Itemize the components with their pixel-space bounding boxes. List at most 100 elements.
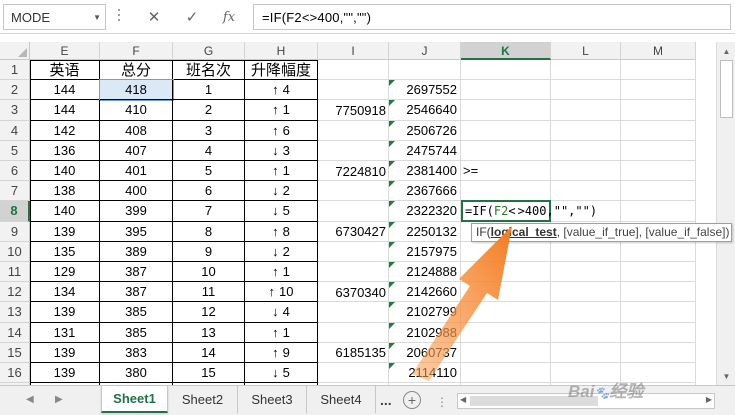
grid-cell[interactable] — [318, 140, 389, 161]
grid-cell[interactable] — [318, 363, 389, 384]
tooltip-current-arg[interactable]: logical_test — [491, 225, 557, 239]
table-cell[interactable]: 142 — [30, 120, 100, 141]
grid-cell[interactable] — [461, 363, 551, 384]
table-cell[interactable]: 389 — [100, 241, 173, 262]
change-cell[interactable]: ↑ 1 — [245, 322, 318, 343]
change-cell[interactable]: ↓ 2 — [245, 241, 318, 262]
grid-cell[interactable] — [551, 241, 621, 262]
error-indicator-icon[interactable] — [389, 221, 395, 228]
table-cell[interactable]: 138 — [30, 181, 100, 202]
grid-cell[interactable] — [318, 60, 389, 81]
error-indicator-icon[interactable] — [389, 241, 395, 248]
table-cell[interactable]: 407 — [100, 140, 173, 161]
grid-cell[interactable] — [621, 322, 696, 343]
grid-cell[interactable] — [551, 342, 621, 363]
row-header-4[interactable]: 4 — [0, 120, 30, 141]
check-icon[interactable]: ✓ — [175, 4, 209, 30]
error-indicator-icon[interactable] — [389, 322, 395, 329]
close-icon[interactable]: ✕ — [137, 4, 171, 30]
table-cell[interactable]: 418 — [99, 79, 174, 102]
grid-cell[interactable] — [461, 100, 551, 121]
column-header-g[interactable]: G — [173, 42, 245, 60]
table-header-cell[interactable]: 升降幅度 — [245, 60, 318, 81]
sheet-tab-1[interactable]: Sheet1 — [101, 386, 168, 413]
column-header-e[interactable]: E — [30, 42, 100, 60]
sheet-tab-2[interactable]: Sheet2 — [168, 386, 238, 413]
change-cell[interactable]: ↑ 8 — [245, 221, 318, 242]
grid-cell[interactable] — [461, 342, 551, 363]
column-j-value[interactable]: 2546640 — [389, 100, 461, 121]
next-sheet-icon[interactable]: ▶ — [55, 394, 63, 405]
table-cell[interactable]: 4 — [173, 140, 245, 161]
change-cell[interactable]: ↑ 9 — [245, 342, 318, 363]
row-header-7[interactable]: 7 — [0, 181, 30, 202]
column-header-m[interactable]: M — [621, 42, 696, 60]
grid-cell[interactable] — [318, 302, 389, 323]
table-cell[interactable]: 383 — [100, 342, 173, 363]
error-indicator-icon[interactable] — [389, 80, 395, 87]
change-cell[interactable]: ↓ 3 — [245, 140, 318, 161]
table-cell[interactable]: 9 — [173, 241, 245, 262]
vertical-scrollbar[interactable]: ▲ ▼ — [716, 42, 735, 385]
tab-splitter-icon[interactable]: ⋮ — [436, 395, 448, 409]
row-header-12[interactable]: 12 — [0, 282, 30, 303]
row-header-6[interactable]: 6 — [0, 161, 30, 182]
insert-function-button[interactable]: fx — [212, 4, 246, 30]
table-cell[interactable]: 410 — [100, 100, 173, 121]
row-header-10[interactable]: 10 — [0, 241, 30, 262]
error-indicator-icon[interactable] — [389, 161, 395, 167]
grid-cell[interactable] — [621, 100, 696, 121]
change-cell[interactable]: ↑ 4 — [245, 80, 318, 101]
table-cell[interactable]: 387 — [100, 262, 173, 283]
column-i-value[interactable]: 6370340 — [318, 282, 389, 302]
grid-cell[interactable] — [461, 302, 551, 323]
vertical-scroll-thumb[interactable] — [720, 60, 733, 118]
table-cell[interactable]: 140 — [30, 161, 100, 182]
prev-sheet-icon[interactable]: ◀ — [26, 394, 34, 405]
grid-cell[interactable] — [318, 181, 389, 202]
table-cell[interactable]: 144 — [30, 80, 100, 101]
row-header-2[interactable]: 2 — [0, 80, 30, 101]
column-j-value[interactable]: 2322320 — [389, 201, 461, 222]
row-header-14[interactable]: 14 — [0, 322, 30, 343]
grid-cell[interactable] — [461, 322, 551, 343]
change-cell[interactable]: ↑ 1 — [245, 100, 318, 121]
table-cell[interactable]: 387 — [100, 282, 173, 303]
table-header-cell[interactable]: 班名次 — [173, 60, 245, 81]
row-header-5[interactable]: 5 — [0, 140, 30, 161]
chevron-down-icon[interactable]: ▼ — [93, 13, 101, 22]
table-cell[interactable]: 129 — [30, 262, 100, 283]
table-cell[interactable]: 139 — [30, 363, 100, 384]
grid-cell[interactable] — [551, 282, 621, 303]
column-j-value[interactable]: 2060737 — [389, 342, 461, 363]
select-all-button[interactable] — [0, 42, 30, 60]
row-header-8[interactable]: 8 — [0, 201, 30, 222]
table-cell[interactable]: 136 — [30, 140, 100, 161]
column-j-value[interactable]: 2367666 — [389, 181, 461, 202]
column-header-j[interactable]: J — [389, 42, 461, 60]
grid-cell[interactable] — [461, 282, 551, 303]
error-indicator-icon[interactable] — [389, 140, 395, 147]
grid-cell[interactable] — [389, 60, 461, 81]
column-i-value[interactable]: 6185135 — [318, 343, 389, 363]
grid-cell[interactable] — [318, 201, 389, 222]
grid-cell[interactable] — [551, 322, 621, 343]
column-j-value[interactable]: 2102799 — [389, 302, 461, 323]
table-cell[interactable]: 401 — [100, 161, 173, 182]
more-sheets-button[interactable]: ... — [380, 392, 392, 408]
sheet-tab-4[interactable]: Sheet4 — [307, 386, 376, 413]
table-cell[interactable]: 12 — [173, 302, 245, 323]
row-header-1[interactable]: 1 — [0, 60, 30, 81]
error-indicator-icon[interactable] — [389, 100, 395, 107]
grid-cell[interactable] — [621, 201, 696, 222]
table-cell[interactable]: 5 — [173, 161, 245, 182]
table-cell[interactable]: 385 — [100, 322, 173, 343]
grid-cell[interactable] — [621, 262, 696, 283]
grid-cell[interactable] — [551, 262, 621, 283]
grid-cell[interactable] — [551, 140, 621, 161]
scroll-down-icon[interactable]: ▼ — [717, 367, 735, 385]
grid-cell[interactable] — [551, 161, 621, 182]
column-j-value[interactable]: 2250132 — [389, 221, 461, 242]
change-cell[interactable]: ↓ 5 — [245, 201, 318, 222]
grid-cell[interactable] — [621, 161, 696, 182]
